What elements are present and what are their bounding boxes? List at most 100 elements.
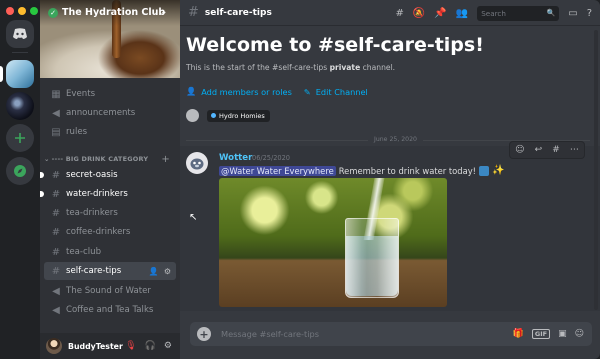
headphones-icon[interactable]: 🎧 [145,341,156,351]
minimize-window-button[interactable] [18,7,26,15]
edit-channel-label: Edit Channel [315,86,368,97]
pencil-icon: ✎ [303,86,311,97]
sidebar-item-rules[interactable]: ▤ rules [44,123,176,141]
message-text: Remember to drink water today! [338,165,477,176]
sidebar-item-water-drinkers[interactable]: # water-drinkers [40,185,176,203]
maximize-window-button[interactable] [30,7,38,15]
home-button[interactable] [6,20,34,48]
sidebar-item-sound-of-water[interactable]: ◀ The Sound of Water [44,282,176,300]
hash-icon: # [51,246,61,258]
message-composer: + Message #self-care-tips 🎁 GIF ▣ ☺ [190,322,592,346]
sidebar-item-coffee-drinkers[interactable]: # coffee-drinkers [44,223,176,241]
sidebar-item-self-care-tips[interactable]: # self-care-tips 👤 ⚙ [44,262,176,280]
channel-sidebar: ✓ The Hydration Club ⌄ ▦ Events ◀ announ… [40,0,180,359]
role-pill[interactable]: Hydro Homies [207,109,270,122]
sticker-icon[interactable]: ▣ [558,329,567,339]
server-hydration-club[interactable] [6,60,34,88]
user-mention[interactable]: @Water Water Everywhere [219,165,336,176]
hash-icon: # [51,265,61,277]
avatar[interactable] [186,152,208,174]
plus-icon [15,133,25,143]
emoji-picker-icon[interactable]: ☺ [575,329,584,339]
subtitle-prefix: This is the start of the #self-care-tips [186,63,330,72]
threads-icon[interactable]: # [395,8,403,19]
rail-separator [12,52,28,53]
window-controls [6,7,38,15]
speaker-icon: ◀ [52,285,60,297]
avatar[interactable] [46,338,62,354]
sparkles-emoji-icon: ✨ [492,165,505,176]
upload-plus-button[interactable]: + [197,327,211,341]
pin-icon[interactable]: 📌 [434,8,446,19]
invite-icon[interactable]: 👤 [149,267,159,276]
thread-icon[interactable]: # [552,145,560,155]
add-user-icon: 👤 [186,86,197,96]
wotter-avatar-icon [190,158,204,170]
role-name: Hydro Homies [219,111,265,120]
role-list: Hydro Homies [186,109,270,122]
role-avatar [186,109,199,122]
sidebar-item-tea-club[interactable]: # tea-club [44,243,176,261]
settings-icon[interactable]: ⚙ [164,267,171,276]
microphone-muted-icon[interactable]: 🎙 [125,341,136,351]
more-options-icon[interactable]: ⋯ [570,145,579,155]
chat-scrollbar[interactable] [594,30,598,310]
sidebar-item-tea-drinkers[interactable]: # tea-drinkers [44,204,176,222]
message-image-attachment[interactable] [219,178,447,307]
gear-icon[interactable]: ⚙ [164,341,172,351]
gift-icon[interactable]: 🎁 [513,329,524,339]
gif-button[interactable]: GIF [531,329,551,339]
role-color-dot [211,113,216,118]
sidebar-item-label: The Sound of Water [66,286,151,296]
header-toolbar: # 🔕 📌 👥 Search 🔍 ▭ ? [395,0,600,26]
welcome-title: Welcome to #self-care-tips! [186,34,484,56]
water-glass [345,218,399,298]
sidebar-item-announcements[interactable]: ◀ announcements [44,104,176,122]
mouse-cursor-icon: ↖ [189,212,198,223]
sidebar-item-secret-oasis[interactable]: # secret-oasis [40,166,176,184]
welcome-actions: 👤 Add members or roles ✎ Edit Channel [186,86,368,97]
help-icon[interactable]: ? [587,8,592,19]
unread-indicator [40,172,44,178]
chevron-down-icon[interactable]: ⌄ [160,7,168,17]
notification-bell-icon[interactable]: 🔕 [413,8,425,19]
category-big-drink[interactable]: ⌄ ---- BIG DRINK CATEGORY + [44,153,176,165]
date-divider-label: June 25, 2020 [368,136,423,143]
sidebar-item-label: secret-oasis [66,170,118,180]
edit-channel-button[interactable]: ✎ Edit Channel [304,86,368,97]
message-input[interactable]: Message #self-care-tips [221,329,319,339]
server-header[interactable]: ✓ The Hydration Club [48,7,165,18]
close-window-button[interactable] [6,7,14,15]
rules-icon: ▤ [51,126,61,138]
message-actions: ☺ ↩ # ⋯ [510,142,584,158]
subtitle-suffix: channel. [360,63,396,72]
server-rail [0,0,40,359]
server-name: The Hydration Club [62,7,166,18]
user-controls: 🎙 🎧 ⚙ [125,341,172,351]
member-list-icon[interactable]: 👥 [456,8,468,19]
message-timestamp: 06/25/2020 [252,154,291,162]
composer-tools: 🎁 GIF ▣ ☺ [513,329,584,339]
reply-icon[interactable]: ↩ [535,145,543,155]
verified-badge-icon: ✓ [48,7,58,18]
add-reaction-icon[interactable]: ☺ [515,145,524,155]
inbox-icon[interactable]: ▭ [568,8,577,19]
message-author[interactable]: Wotter [219,153,252,163]
hash-icon: # [51,207,61,219]
active-server-indicator [0,66,3,82]
compass-icon [14,165,26,177]
explore-servers-button[interactable] [6,157,34,185]
add-server-button[interactable] [6,124,34,152]
subtitle-private: private [329,63,361,72]
search-input[interactable]: Search 🔍 [477,5,560,21]
add-members-label: Add members or roles [201,86,292,97]
create-channel-icon[interactable]: + [161,154,170,165]
channel-tools: 👤 ⚙ [149,267,171,276]
sidebar-item-coffee-tea-talks[interactable]: ◀ Coffee and Tea Talks [44,301,176,319]
server-galaxy[interactable] [6,92,34,120]
sidebar-item-label: Coffee and Tea Talks [66,305,154,315]
sidebar-item-label: announcements [66,108,136,118]
username: BuddyTester [68,341,123,351]
sidebar-item-events[interactable]: ▦ Events [44,85,176,103]
add-members-button[interactable]: 👤 Add members or roles [186,86,292,97]
